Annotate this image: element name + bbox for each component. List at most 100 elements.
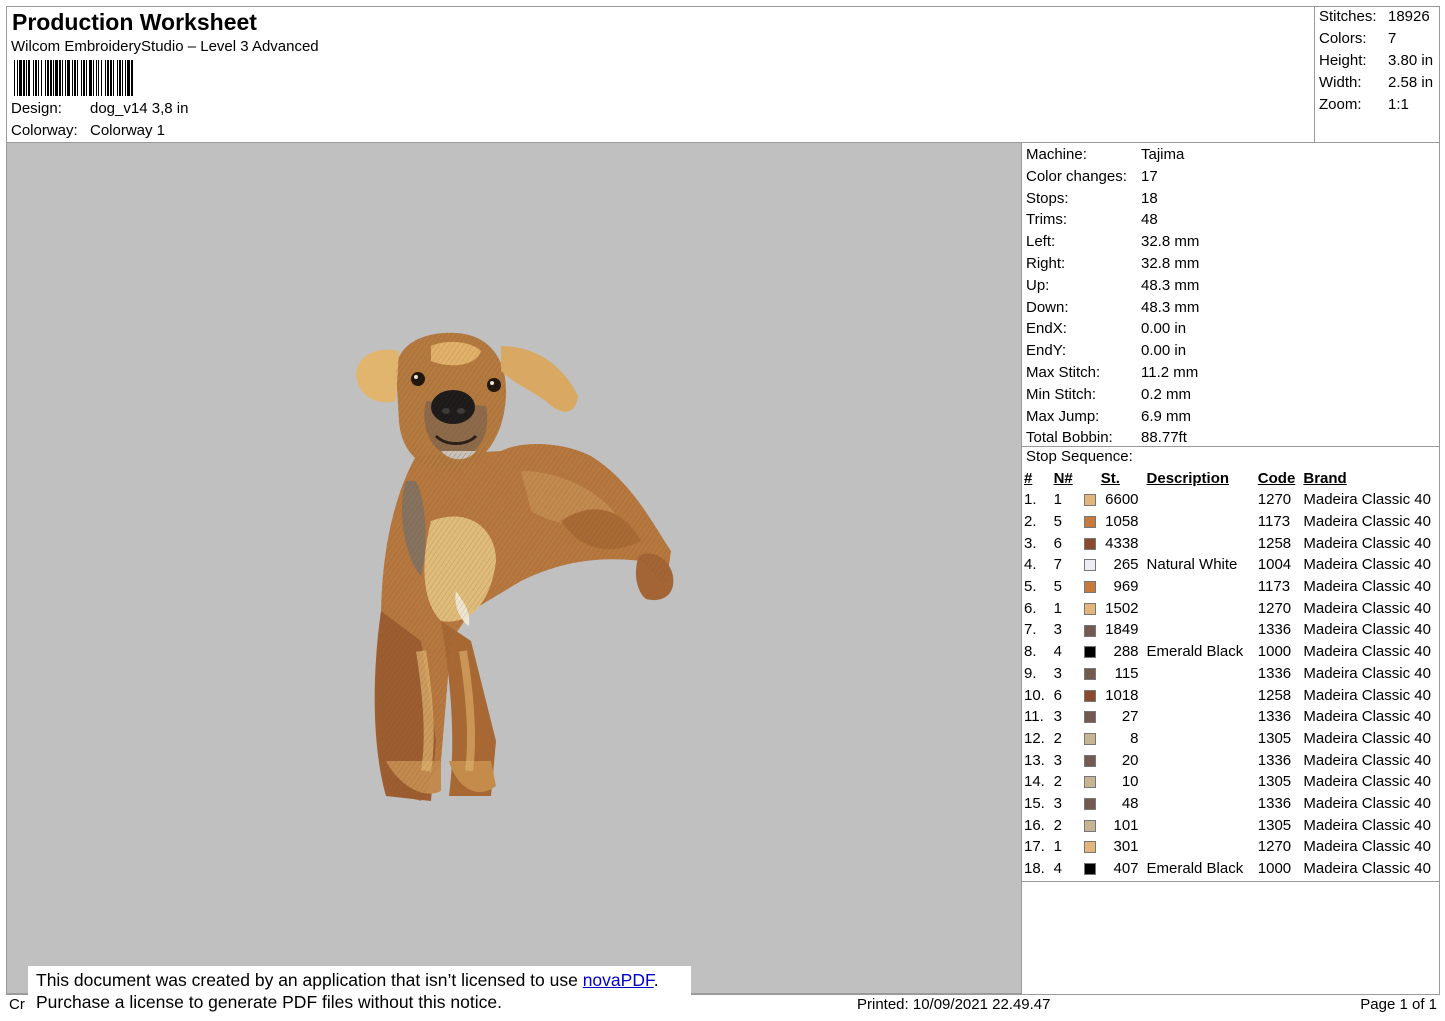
detail-label: Left:: [1026, 233, 1056, 251]
detail-value: 18: [1141, 189, 1158, 207]
row-needle: 3: [1053, 794, 1062, 812]
detail-label: Trims:: [1026, 211, 1068, 229]
detail-label: EndX:: [1026, 320, 1067, 338]
table-row: 6. 1 1502 1270 Madeira Classic 40: [1024, 597, 1439, 619]
colorway-label: Colorway:: [11, 122, 78, 139]
row-description: [1139, 684, 1258, 706]
row-stitches: 4338: [1105, 534, 1139, 552]
color-swatch: [1083, 689, 1096, 702]
detail-value: 6.9 mm: [1141, 407, 1192, 425]
row-code: 1270: [1257, 838, 1292, 856]
novapdf-link[interactable]: novaPDF: [583, 970, 654, 990]
row-description: [1139, 771, 1258, 793]
row-needle: 5: [1053, 578, 1062, 596]
detail-value: 48: [1141, 211, 1158, 229]
row-index: 2.: [1024, 513, 1037, 531]
row-brand: Madeira Classic 40: [1303, 599, 1431, 617]
color-swatch: [1083, 516, 1096, 529]
design-value: dog_v14 3,8 in: [90, 100, 189, 117]
license-notice: This document was created by an applicat…: [28, 966, 691, 1016]
row-stitches: 969: [1113, 578, 1139, 596]
detail-row: Down: 48.3 mm: [1026, 297, 1199, 319]
detail-row: Left: 32.8 mm: [1026, 231, 1199, 253]
row-brand: Madeira Classic 40: [1303, 578, 1431, 596]
row-needle: 4: [1053, 860, 1062, 878]
row-needle: 3: [1053, 708, 1062, 726]
col-header-code: Code: [1257, 470, 1296, 487]
barcode: [14, 60, 133, 96]
detail-row: EndX: 0.00 in: [1026, 318, 1186, 340]
summary-box: Stitches: 18926 Colors: 7 Height: 3.80 in W…: [1314, 6, 1440, 143]
row-description: [1139, 728, 1258, 750]
col-header-index: #: [1024, 470, 1033, 487]
stop-sequence-panel: Stop Sequence: # N# St. Description Code…: [1021, 446, 1440, 882]
row-needle: 6: [1053, 686, 1062, 704]
row-brand: Madeira Classic 40: [1303, 556, 1431, 574]
row-description: [1139, 793, 1258, 815]
table-row: 12. 2 8 1305 Madeira Classic 40: [1024, 728, 1439, 750]
row-needle: 1: [1053, 838, 1062, 856]
dog-embroidery-image: [356, 332, 674, 801]
detail-label: Min Stitch:: [1026, 385, 1097, 403]
detail-label: Color changes:: [1026, 167, 1127, 185]
detail-value: 32.8 mm: [1141, 255, 1200, 272]
row-index: 3.: [1024, 534, 1037, 552]
row-brand: Madeira Classic 40: [1303, 729, 1431, 747]
row-stitches: 10: [1121, 773, 1139, 791]
row-index: 10.: [1024, 686, 1045, 704]
row-stitches: 1502: [1105, 599, 1139, 617]
row-index: 1.: [1024, 491, 1037, 509]
table-row: 4. 7 265 Natural White 1004 Madeira Classic 4…: [1024, 554, 1439, 576]
detail-label: Up:: [1026, 276, 1050, 294]
color-swatch: [1083, 732, 1096, 745]
row-code: 1336: [1257, 621, 1292, 639]
color-swatch: [1083, 581, 1096, 594]
color-swatch: [1083, 819, 1096, 832]
row-brand: Madeira Classic 40: [1303, 751, 1431, 769]
row-description: [1139, 532, 1258, 554]
detail-value: 48.3 mm: [1141, 298, 1200, 316]
row-needle: 1: [1053, 491, 1062, 509]
row-needle: 2: [1053, 729, 1062, 747]
row-description: [1139, 597, 1258, 619]
summary-height: Height: 3.80 in: [1319, 52, 1434, 69]
detail-row: Machine: Tajima: [1026, 144, 1184, 166]
row-brand: Madeira Classic 40: [1303, 643, 1431, 661]
row-description: [1139, 663, 1258, 685]
row-brand: Madeira Classic 40: [1303, 860, 1431, 878]
row-index: 12.: [1024, 729, 1045, 747]
row-stitches: 407: [1113, 860, 1139, 878]
row-index: 14.: [1024, 773, 1045, 791]
detail-row: Right: 32.8 mm: [1026, 253, 1199, 275]
table-row: 3. 6 4338 1258 Madeira Classic 40: [1024, 532, 1439, 554]
color-swatch: [1083, 798, 1096, 810]
row-code: 1336: [1257, 794, 1292, 812]
row-brand: Madeira Classic 40: [1303, 664, 1431, 682]
row-index: 16.: [1024, 816, 1045, 834]
row-brand: Madeira Classic 40: [1303, 794, 1431, 812]
table-row: 1. 1 6600 1270 Madeira Classic 40: [1024, 489, 1439, 511]
row-code: 1000: [1257, 860, 1292, 878]
row-index: 4.: [1024, 556, 1037, 574]
machine-details: Machine: Tajima Color changes: 17 Stops: 18 Tr…: [1021, 142, 1440, 447]
row-stitches: 20: [1121, 751, 1139, 769]
design-label: Design:: [11, 100, 62, 117]
table-row: 15. 3 48 1336 Madeira Classic 40: [1024, 793, 1439, 815]
summary-width: Width: 2.58 in: [1319, 74, 1434, 91]
row-description: [1139, 489, 1258, 511]
detail-row: Color changes: 17: [1026, 166, 1158, 188]
row-needle: 3: [1053, 621, 1062, 639]
row-needle: 4: [1053, 643, 1062, 661]
color-swatch: [1083, 602, 1096, 615]
table-row: 17. 1 301 1270 Madeira Classic 40: [1024, 836, 1439, 858]
detail-label: Machine:: [1026, 146, 1087, 163]
color-swatch: [1083, 537, 1096, 550]
row-stitches: 288: [1113, 643, 1139, 661]
detail-row: Up: 48.3 mm: [1026, 275, 1199, 297]
row-brand: Madeira Classic 40: [1303, 513, 1431, 531]
row-index: 13.: [1024, 751, 1045, 769]
detail-label: Stops:: [1026, 189, 1069, 207]
row-description: [1139, 576, 1258, 598]
worksheet-header: Production Worksheet Wilcom EmbroiderySt…: [6, 6, 1315, 143]
row-needle: 6: [1053, 534, 1062, 552]
